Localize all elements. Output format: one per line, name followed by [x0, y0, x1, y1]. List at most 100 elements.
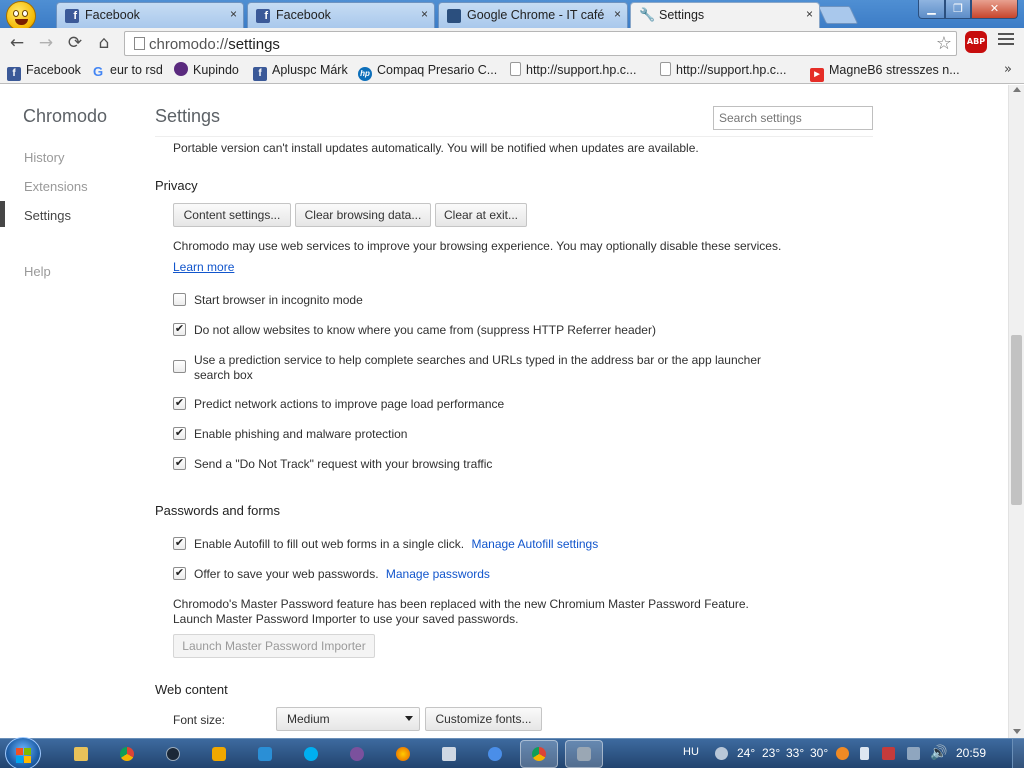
do-not-track-checkbox[interactable]: ✔ — [173, 457, 186, 470]
predict-network-checkbox[interactable]: ✔ — [173, 397, 186, 410]
tab-facebook-2[interactable]: f Facebook × — [247, 2, 435, 28]
skype-icon[interactable] — [300, 743, 322, 765]
start-button[interactable] — [5, 737, 41, 768]
tab-close-icon[interactable]: × — [806, 7, 813, 21]
clock[interactable]: 20:59 — [956, 746, 986, 760]
tab-it-cafe[interactable]: Google Chrome - IT café × — [438, 2, 628, 28]
title-bar: f Facebook × f Facebook × Google Chrome … — [0, 0, 1024, 28]
volume-icon[interactable]: 🔊 — [930, 744, 947, 761]
maximize-button[interactable]: ❐ — [945, 0, 971, 19]
autofill-checkbox[interactable]: ✔ — [173, 537, 186, 550]
scroll-thumb[interactable] — [1011, 335, 1022, 505]
viber-icon[interactable] — [346, 743, 368, 765]
sidebar-selection-marker — [0, 201, 5, 227]
phishing-protection-checkbox[interactable]: ✔ — [173, 427, 186, 440]
bookmark-compaq[interactable]: hp Compaq Presario C... — [358, 62, 497, 81]
hamburger-menu-icon[interactable] — [998, 33, 1014, 47]
bookmark-hp-support-1[interactable]: http://support.hp.c... — [510, 62, 636, 80]
chromodo-taskbar-button[interactable] — [520, 740, 558, 768]
launch-importer-button[interactable]: Launch Master Password Importer — [173, 634, 375, 658]
bookmark-magneb6[interactable]: ▶ MagneB6 stresszes n... — [810, 62, 960, 82]
bookmarks-bar: f Facebook Geur to rsd Kupindo f Apluspc M… — [0, 58, 1024, 84]
close-window-button[interactable]: ✕ — [971, 0, 1018, 19]
steam-icon[interactable] — [162, 743, 184, 765]
passwords-heading: Passwords and forms — [155, 503, 280, 518]
bookmarks-overflow-icon[interactable]: » — [1004, 62, 1012, 77]
bookmark-facebook[interactable]: f Facebook — [7, 62, 81, 81]
show-desktop-button[interactable] — [1012, 739, 1024, 768]
learn-more-link[interactable]: Learn more — [173, 260, 234, 274]
battery-warning-icon[interactable] — [882, 747, 895, 760]
web-content-heading: Web content — [155, 682, 228, 697]
tab-close-icon[interactable]: × — [421, 7, 428, 21]
minimize-button[interactable]: ▁ — [918, 0, 945, 19]
avast-tray-icon[interactable] — [836, 747, 849, 760]
temperature-1: 24° — [737, 746, 756, 760]
flag-icon[interactable] — [860, 747, 869, 760]
search-settings-input[interactable] — [713, 106, 873, 130]
url-text[interactable]: chromodo://settings — [149, 36, 280, 53]
youtube-icon: ▶ — [810, 68, 824, 82]
sidebar-item-settings[interactable]: Settings — [24, 208, 71, 223]
media-icon[interactable] — [254, 743, 276, 765]
facebook-icon: f — [256, 9, 270, 23]
it-cafe-icon — [447, 9, 461, 23]
chromium-icon[interactable] — [484, 743, 506, 765]
language-indicator[interactable]: HU — [683, 746, 699, 758]
manage-autofill-link[interactable]: Manage Autofill settings — [471, 537, 598, 551]
bookmark-eur-to-rsd[interactable]: Geur to rsd — [91, 62, 163, 80]
sidebar-item-extensions[interactable]: Extensions — [24, 179, 88, 194]
sidebar-item-help[interactable]: Help — [24, 264, 51, 279]
option-label: Use a prediction service to help complet… — [194, 353, 761, 367]
clear-browsing-data-button[interactable]: Clear browsing data... — [295, 203, 431, 227]
facebook-icon: f — [253, 67, 267, 81]
customize-fonts-button[interactable]: Customize fonts... — [425, 707, 542, 731]
reload-icon[interactable]: ⟳ — [64, 32, 86, 54]
back-arrow-icon[interactable]: ← — [6, 32, 28, 54]
tab-settings[interactable]: 🔧 Settings × — [630, 2, 820, 28]
settings-taskbar-button[interactable] — [565, 740, 603, 768]
page-scrollbar[interactable] — [1008, 85, 1024, 738]
network-icon[interactable] — [907, 747, 920, 760]
tab-facebook-1[interactable]: f Facebook × — [56, 2, 244, 28]
forward-arrow-icon[interactable]: → — [35, 32, 57, 54]
steam-tray-icon[interactable] — [715, 747, 728, 760]
page-icon — [510, 62, 521, 76]
page-title: Settings — [155, 106, 221, 126]
explorer-icon[interactable] — [70, 743, 92, 765]
option-label: Enable phishing and malware protection — [194, 427, 408, 441]
sidebar-item-history[interactable]: History — [24, 150, 64, 165]
scroll-up-icon[interactable] — [1013, 87, 1021, 92]
firefox-icon[interactable] — [392, 743, 414, 765]
tab-label: Settings — [659, 8, 705, 22]
option-label: Predict network actions to improve page … — [194, 397, 505, 411]
google-icon: G — [92, 64, 104, 79]
adblock-plus-icon[interactable]: ABP — [965, 31, 987, 53]
save-passwords-checkbox[interactable]: ✔ — [173, 567, 186, 580]
bookmark-star-icon[interactable]: ☆ — [936, 33, 952, 54]
hp-icon: hp — [358, 67, 372, 81]
tab-close-icon[interactable]: × — [614, 7, 621, 21]
bookmark-apluspc[interactable]: f Apluspc Márk — [253, 62, 348, 81]
prediction-service-checkbox[interactable] — [173, 360, 186, 373]
scroll-down-icon[interactable] — [1013, 729, 1021, 734]
incognito-checkbox[interactable] — [173, 293, 186, 306]
bookmark-kupindo[interactable]: Kupindo — [174, 62, 239, 80]
temperature-4: 30° — [810, 746, 829, 760]
tab-close-icon[interactable]: × — [230, 7, 237, 21]
font-size-select[interactable]: Medium — [276, 707, 420, 731]
master-password-notice: Chromodo's Master Password feature has b… — [173, 597, 749, 611]
home-icon[interactable]: ⌂ — [93, 32, 115, 54]
address-bar[interactable]: chromodo://settings ☆ — [124, 31, 957, 56]
calculator-icon[interactable] — [438, 743, 460, 765]
content-settings-button[interactable]: Content settings... — [173, 203, 291, 227]
referrer-checkbox[interactable]: ✔ — [173, 323, 186, 336]
page-icon — [134, 37, 145, 50]
bookmark-hp-support-2[interactable]: http://support.hp.c... — [660, 62, 786, 80]
page-icon — [660, 62, 671, 76]
new-tab-button[interactable] — [817, 6, 859, 24]
manage-passwords-link[interactable]: Manage passwords — [386, 567, 490, 581]
chrome-icon[interactable] — [116, 743, 138, 765]
clear-at-exit-button[interactable]: Clear at exit... — [435, 203, 527, 227]
winamp-icon[interactable] — [208, 743, 230, 765]
